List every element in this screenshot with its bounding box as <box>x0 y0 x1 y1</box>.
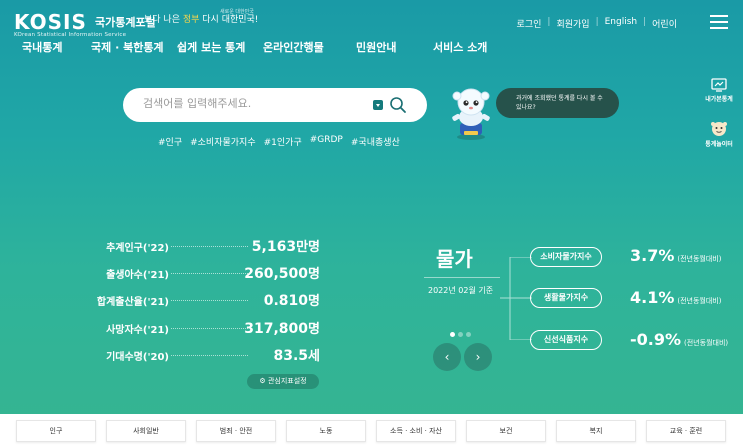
stat-label: 합계출산율('21) <box>96 297 169 309</box>
nav-service-intro[interactable]: 서비스 소개 <box>433 39 487 55</box>
category-education[interactable]: 교육 · 훈련 <box>646 420 726 442</box>
stat-row[interactable]: 사망자수('21) 317,800명 <box>82 318 322 345</box>
stat-value: 0.810명 <box>263 293 320 310</box>
my-stats-quick[interactable]: 내가본통계 <box>699 78 739 103</box>
stat-row[interactable]: 추계인구('22) 5,163만명 <box>82 236 322 263</box>
stat-label: 출생아수('21) <box>106 270 169 282</box>
separator: | <box>643 17 647 27</box>
playground-icon <box>711 122 727 136</box>
interest-settings-button[interactable]: ⚙ 관심지표설정 <box>247 374 319 389</box>
tag-link[interactable]: #인구 <box>158 135 182 148</box>
category-health[interactable]: 보건 <box>466 420 546 442</box>
interest-settings-label: 관심지표설정 <box>267 377 307 385</box>
separator: | <box>595 17 599 27</box>
kosis-logo[interactable]: KOSIS 국가통계포털 KOrean Statistical Informat… <box>14 10 156 38</box>
kids-link[interactable]: 어린이 <box>652 17 677 30</box>
living-price-pill[interactable]: 생활물가지수 <box>530 288 602 308</box>
tag-link[interactable]: #국내총생산 <box>351 135 400 148</box>
price-title: 물가 <box>436 247 473 271</box>
category-labor[interactable]: 노동 <box>286 420 366 442</box>
my-stats-icon <box>711 78 727 92</box>
logo-subtitle: KOrean Statistical Information Service <box>14 32 127 38</box>
stat-label: 사망자수('21) <box>106 324 169 336</box>
connector-lines <box>500 257 532 340</box>
slogan-part-b: 정부 <box>182 15 200 25</box>
chevron-left-icon: ‹ <box>444 350 450 364</box>
menu-icon[interactable] <box>710 15 728 29</box>
indicator-dot[interactable] <box>458 332 463 337</box>
stat-value: 5,163만명 <box>251 239 320 255</box>
search-icon[interactable] <box>389 96 407 114</box>
category-crime-safety[interactable]: 범죄 · 안전 <box>196 420 276 442</box>
indicator-dot[interactable] <box>450 332 455 337</box>
category-income[interactable]: 소득 · 소비 · 자산 <box>376 420 456 442</box>
my-stats-label: 내가본통계 <box>705 96 733 103</box>
header: KOSIS 국가통계포털 KOrean Statistical Informat… <box>0 0 743 60</box>
price-date: 2022년 02월 기준 <box>428 286 494 295</box>
dotted-leader <box>171 246 248 247</box>
nav-international-stats[interactable]: 국제 · 북한통계 <box>91 39 164 55</box>
fresh-food-value: -0.9% (전년동월대비) <box>630 330 729 349</box>
fresh-food-pill[interactable]: 신선식품지수 <box>530 330 602 350</box>
dotted-leader <box>171 273 248 275</box>
tag-link[interactable]: #소비자물가지수 <box>190 135 256 148</box>
living-price-value: 4.1% (전년동월대비) <box>630 288 722 307</box>
stat-value: 260,500명 <box>244 266 320 283</box>
utility-menu: 로그인 | 회원가입 | English | 어린이 <box>517 17 677 30</box>
mascot-speech-bubble[interactable]: 과거에 조회했던 통계를 다시 볼 수 있나요? <box>496 88 619 118</box>
nav-easy-stats[interactable]: 쉽게 보는 통계 <box>177 39 245 55</box>
stat-value: 83.5세 <box>273 347 320 364</box>
playground-label: 통계놀이터 <box>705 141 733 148</box>
tag-link[interactable]: #GRDP <box>310 135 343 148</box>
category-population[interactable]: 인구 <box>16 420 96 442</box>
next-button[interactable]: › <box>464 343 492 371</box>
playground-quick[interactable]: 통계놀이터 <box>699 121 739 148</box>
government-slogan: 새로운 대한민국 보다 나은 정부 다시 대한민국! <box>144 9 259 25</box>
dotted-leader <box>171 354 248 356</box>
logo-text: KOSIS <box>14 10 87 34</box>
search-box <box>123 88 427 122</box>
stat-row[interactable]: 기대수명('20) 83.5세 <box>82 345 322 372</box>
category-society[interactable]: 사회일반 <box>106 420 186 442</box>
cpi-value: 3.7% (전년동월대비) <box>630 246 722 265</box>
dotted-leader <box>171 327 248 329</box>
category-welfare[interactable]: 복지 <box>556 420 636 442</box>
tag-link[interactable]: #1인가구 <box>264 135 302 148</box>
popular-tags: #인구 #소비자물가지수 #1인가구 #GRDP #국내총생산 <box>158 135 400 148</box>
divider <box>424 277 500 278</box>
nav-domestic-stats[interactable]: 국내통계 <box>22 39 62 55</box>
slogan-part-a: 보다 나은 <box>144 15 183 25</box>
mascot-icon[interactable] <box>448 87 494 141</box>
slide-indicator <box>450 322 474 341</box>
search-input[interactable] <box>143 97 363 110</box>
search-option-dropdown-icon[interactable] <box>373 100 383 110</box>
nav-civil-service[interactable]: 민원안내 <box>356 39 396 55</box>
nav-online-publications[interactable]: 온라인간행물 <box>263 39 324 55</box>
cpi-pill[interactable]: 소비자물가지수 <box>530 247 602 267</box>
stat-row[interactable]: 출생아수('21) 260,500명 <box>82 263 322 290</box>
stat-row[interactable]: 합계출산율('21) 0.810명 <box>82 290 322 317</box>
slogan-part-c: 다시 대한민국! <box>199 15 259 25</box>
login-link[interactable]: 로그인 <box>517 17 542 30</box>
stat-label: 추계인구('22) <box>106 243 169 254</box>
dotted-leader <box>171 300 248 302</box>
english-link[interactable]: English <box>605 17 638 30</box>
stat-label: 기대수명('20) <box>106 351 169 363</box>
separator: | <box>547 17 551 27</box>
chevron-right-icon: › <box>475 350 481 364</box>
category-bar: 인구 사회일반 범죄 · 안전 노동 소득 · 소비 · 자산 보건 복지 교육… <box>0 414 743 447</box>
signup-link[interactable]: 회원가입 <box>556 17 589 30</box>
prev-button[interactable]: ‹ <box>433 343 461 371</box>
gear-icon: ⚙ <box>259 377 266 385</box>
main-nav: 국내통계 국제 · 북한통계 쉽게 보는 통계 온라인간행물 민원안내 서비스 … <box>0 39 743 57</box>
key-statistics: 추계인구('22) 5,163만명 출생아수('21) 260,500명 합계출… <box>82 236 322 372</box>
slogan-small: 새로운 대한민국 <box>220 9 254 15</box>
stat-value: 317,800명 <box>244 320 320 337</box>
indicator-dot[interactable] <box>466 332 471 337</box>
